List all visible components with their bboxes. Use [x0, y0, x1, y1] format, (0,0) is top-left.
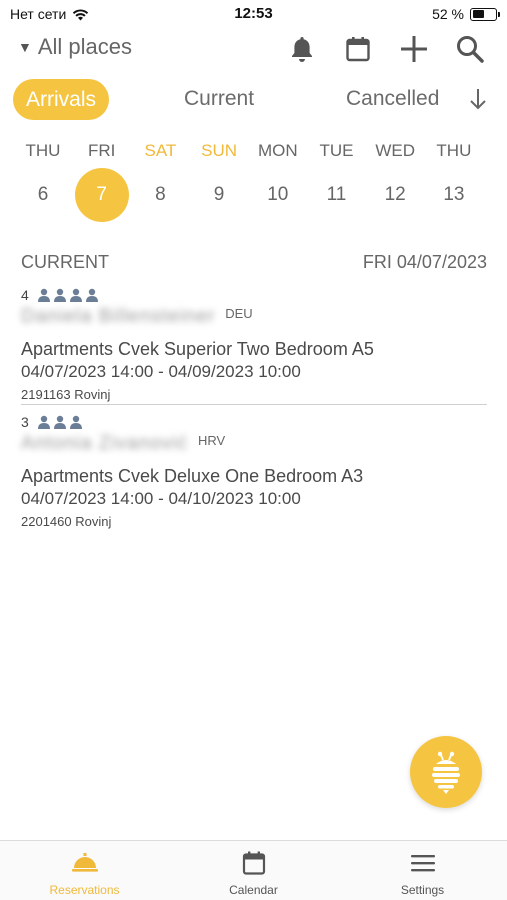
battery-group: 52 % — [432, 6, 500, 22]
day-of-week: THU — [436, 141, 472, 160]
calendar-icon — [242, 851, 265, 875]
day-column[interactable]: WED 12 — [366, 140, 424, 222]
person-icon — [37, 288, 50, 302]
day-column[interactable]: SAT 8 — [131, 140, 189, 222]
reservation-card[interactable]: 3 Antonia Zivanović HRV Apartments Cvek … — [21, 413, 487, 529]
tab-reservations[interactable]: Reservations — [0, 847, 169, 897]
guest-icons — [37, 288, 99, 302]
tab-label: Settings — [400, 883, 445, 897]
day-of-week: SAT — [144, 141, 177, 160]
guest-row: Daniela Billensteiner DEU — [21, 306, 487, 336]
tab-arrivals[interactable]: Arrivals — [13, 79, 110, 120]
bee-icon — [432, 751, 460, 794]
header-actions — [285, 32, 487, 66]
day-number: 11 — [326, 184, 347, 205]
reservation-ref: 2201460 Rovinj — [21, 514, 112, 529]
day-column[interactable]: THU 13 — [425, 140, 483, 222]
bee-fab-button[interactable] — [410, 736, 482, 808]
search-icon[interactable] — [453, 32, 487, 66]
person-icon — [53, 415, 66, 429]
calendar-icon[interactable] — [341, 32, 375, 66]
section-date: FRI 04/07/2023 — [362, 252, 487, 272]
guest-icons — [37, 415, 83, 429]
day-of-week: TUE — [319, 141, 354, 160]
stay-dates: 04/07/2023 14:00 - 04/09/2023 10:00 — [21, 362, 301, 381]
menu-icon — [410, 855, 435, 872]
day-number: 12 — [384, 184, 406, 205]
top-bar: ▼ All places — [0, 30, 507, 70]
person-icon — [69, 288, 82, 302]
status-bar: Нет сети 12:53 52 % — [0, 0, 507, 30]
guest-row: Antonia Zivanović HRV — [21, 433, 487, 463]
person-icon — [53, 288, 66, 302]
day-of-week: MON — [257, 141, 298, 160]
battery-icon — [470, 7, 500, 21]
person-icon — [85, 288, 98, 302]
reservation-ref: 2191163 Rovinj — [21, 387, 111, 402]
tab-label: Reservations — [49, 883, 120, 897]
sort-arrow-down-icon[interactable] — [467, 86, 489, 112]
tab-settings[interactable]: Settings — [338, 847, 507, 897]
guest-name: Daniela Billensteiner — [21, 306, 216, 327]
day-column[interactable]: FRI 7 — [73, 140, 131, 222]
tab-cancelled[interactable]: Cancelled — [346, 87, 439, 111]
week-strip: THU 6 FRI 7 SAT 8 SUN 9 MON 10 TUE 11 WED 12 THU 13 — [14, 140, 494, 222]
day-column[interactable]: SUN 9 — [190, 140, 248, 222]
plus-icon[interactable] — [397, 32, 431, 66]
apartment-name: Apartments Cvek Superior Two Bedroom A5 — [21, 339, 374, 359]
day-number: 9 — [213, 184, 225, 205]
section-title: CURRENT — [21, 252, 109, 272]
day-number: 8 — [155, 184, 166, 205]
apartment-name: Apartments Cvek Deluxe One Bedroom A3 — [21, 466, 364, 486]
guest-count: 4 — [21, 287, 29, 303]
filter-tabs: Arrivals Current Cancelled — [0, 78, 507, 122]
guest-name: Antonia Zivanović — [21, 433, 188, 454]
guest-country: DEU — [225, 306, 253, 321]
places-label: All places — [37, 34, 133, 59]
guest-count-row: 4 — [21, 286, 487, 304]
caret-down-icon: ▼ — [18, 39, 32, 55]
tab-calendar[interactable]: Calendar — [169, 847, 338, 897]
day-number: 6 — [37, 184, 49, 205]
day-of-week: THU — [25, 141, 61, 160]
divider — [21, 404, 487, 405]
day-column[interactable]: THU 6 — [14, 140, 72, 222]
tab-label: Calendar — [229, 883, 278, 897]
reservation-card[interactable]: 4 Daniela Billensteiner DEU Apartments C… — [21, 286, 487, 402]
battery-fill — [472, 10, 484, 18]
selected-day-number: 7 — [74, 168, 129, 222]
day-of-week: SUN — [201, 141, 238, 160]
day-column[interactable]: TUE 11 — [308, 140, 366, 222]
guest-country: HRV — [197, 433, 226, 448]
clock: 12:53 — [234, 5, 273, 22]
stay-dates: 04/07/2023 14:00 - 04/10/2023 10:00 — [21, 489, 301, 508]
day-number: 13 — [443, 184, 465, 205]
guest-count: 3 — [21, 414, 29, 430]
day-number: 10 — [267, 184, 289, 205]
bell-icon[interactable] — [285, 32, 319, 66]
section-header: CURRENT FRI 04/07/2023 — [21, 252, 487, 276]
places-selector[interactable]: ▼ All places — [18, 34, 132, 60]
tab-current[interactable]: Current — [184, 87, 254, 111]
day-of-week: FRI — [87, 141, 116, 160]
day-column[interactable]: MON 10 — [249, 140, 307, 222]
battery-percent: 52 % — [432, 6, 464, 22]
bottom-tab-bar: Reservations Calendar Settings — [0, 840, 507, 900]
day-of-week: WED — [375, 141, 416, 160]
guest-count-row: 3 — [21, 413, 487, 431]
service-bell-icon — [71, 853, 98, 872]
person-icon — [69, 415, 82, 429]
person-icon — [37, 415, 50, 429]
